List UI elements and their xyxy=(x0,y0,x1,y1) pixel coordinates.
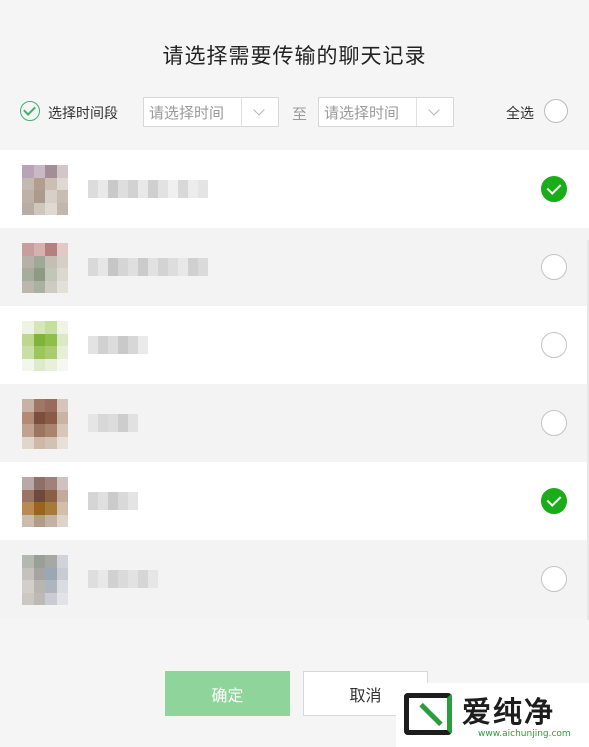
avatar xyxy=(22,477,68,527)
end-time-select[interactable]: 请选择时间 xyxy=(318,97,454,127)
avatar xyxy=(22,555,68,605)
chat-name xyxy=(88,336,148,354)
chat-name xyxy=(88,414,138,432)
chat-list xyxy=(0,150,589,618)
watermark-url: www.aichunjing.com xyxy=(478,729,571,739)
avatar xyxy=(22,321,68,371)
brand-logo-icon xyxy=(404,693,452,735)
dialog-title: 请选择需要传输的聊天记录 xyxy=(162,44,427,68)
chat-name xyxy=(88,258,208,276)
chat-select-radio[interactable] xyxy=(541,566,567,592)
chat-select-radio[interactable] xyxy=(541,332,567,358)
chat-row[interactable] xyxy=(0,228,589,306)
filter-bar: 选择时间段 请选择时间 至 请选择时间 全选 xyxy=(0,94,589,130)
avatar xyxy=(22,165,68,215)
check-circle-icon[interactable] xyxy=(541,488,567,514)
to-label: 至 xyxy=(292,105,308,123)
time-range-label[interactable]: 选择时间段 xyxy=(48,103,118,123)
avatar xyxy=(22,243,68,293)
select-all-radio[interactable] xyxy=(544,99,568,123)
transfer-chat-dialog: 请选择需要传输的聊天记录 选择时间段 请选择时间 至 请选择时间 全选 确定 取… xyxy=(0,0,589,747)
end-time-placeholder: 请选择时间 xyxy=(324,104,400,122)
confirm-button[interactable]: 确定 xyxy=(165,671,290,716)
watermark-brand: 爱纯净 xyxy=(462,695,556,729)
chat-name xyxy=(88,180,208,198)
check-circle-icon[interactable] xyxy=(541,176,567,202)
watermark: 爱纯净 www.aichunjing.com xyxy=(396,683,589,747)
chat-row[interactable] xyxy=(0,462,589,540)
chat-select-radio[interactable] xyxy=(541,254,567,280)
time-range-check-icon[interactable] xyxy=(20,101,40,121)
chat-name xyxy=(88,492,138,510)
chat-name xyxy=(88,570,158,588)
chat-select-radio[interactable] xyxy=(541,410,567,436)
chat-row[interactable] xyxy=(0,150,589,228)
start-time-placeholder: 请选择时间 xyxy=(149,104,225,122)
chevron-down-icon[interactable] xyxy=(241,98,278,126)
chat-row[interactable] xyxy=(0,384,589,462)
chat-row[interactable] xyxy=(0,306,589,384)
start-time-select[interactable]: 请选择时间 xyxy=(143,97,279,127)
chat-row[interactable] xyxy=(0,540,589,618)
chevron-down-icon[interactable] xyxy=(416,98,453,126)
select-all-label[interactable]: 全选 xyxy=(506,103,534,123)
avatar xyxy=(22,399,68,449)
